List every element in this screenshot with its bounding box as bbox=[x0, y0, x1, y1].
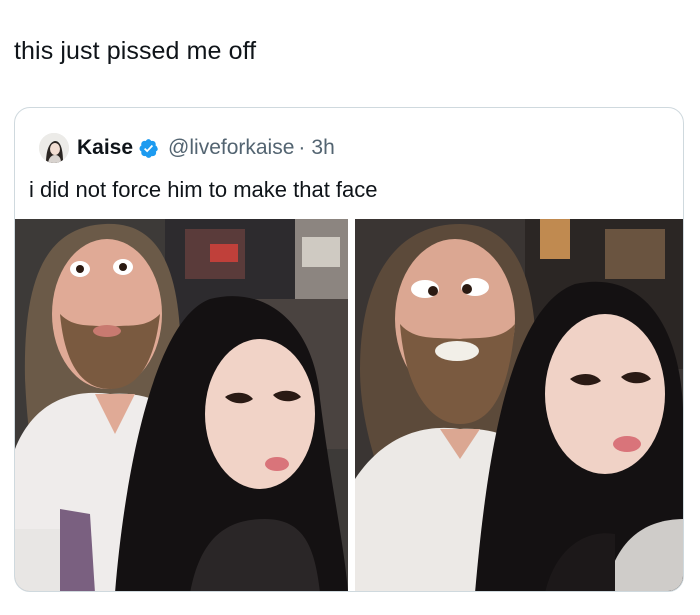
verified-badge-icon bbox=[139, 138, 158, 158]
timestamp[interactable]: 3h bbox=[311, 136, 334, 160]
quoted-tweet-header: Kaise @liveforkaise · 3h bbox=[39, 130, 335, 166]
photo-left[interactable] bbox=[15, 219, 348, 591]
separator-dot: · bbox=[298, 136, 306, 159]
user-handle[interactable]: @liveforkaise bbox=[168, 136, 294, 160]
selfie-photo-right bbox=[355, 219, 683, 591]
photo-right[interactable] bbox=[355, 219, 683, 591]
display-name[interactable]: Kaise bbox=[77, 136, 133, 160]
selfie-photo-left bbox=[15, 219, 348, 591]
quoted-tweet-text: i did not force him to make that face bbox=[29, 177, 378, 202]
avatar[interactable] bbox=[39, 133, 69, 163]
avatar-image bbox=[39, 133, 69, 163]
quoted-tweet-card[interactable]: Kaise @liveforkaise · 3h i did not force… bbox=[14, 107, 684, 592]
tweet-text: this just pissed me off bbox=[14, 37, 257, 65]
